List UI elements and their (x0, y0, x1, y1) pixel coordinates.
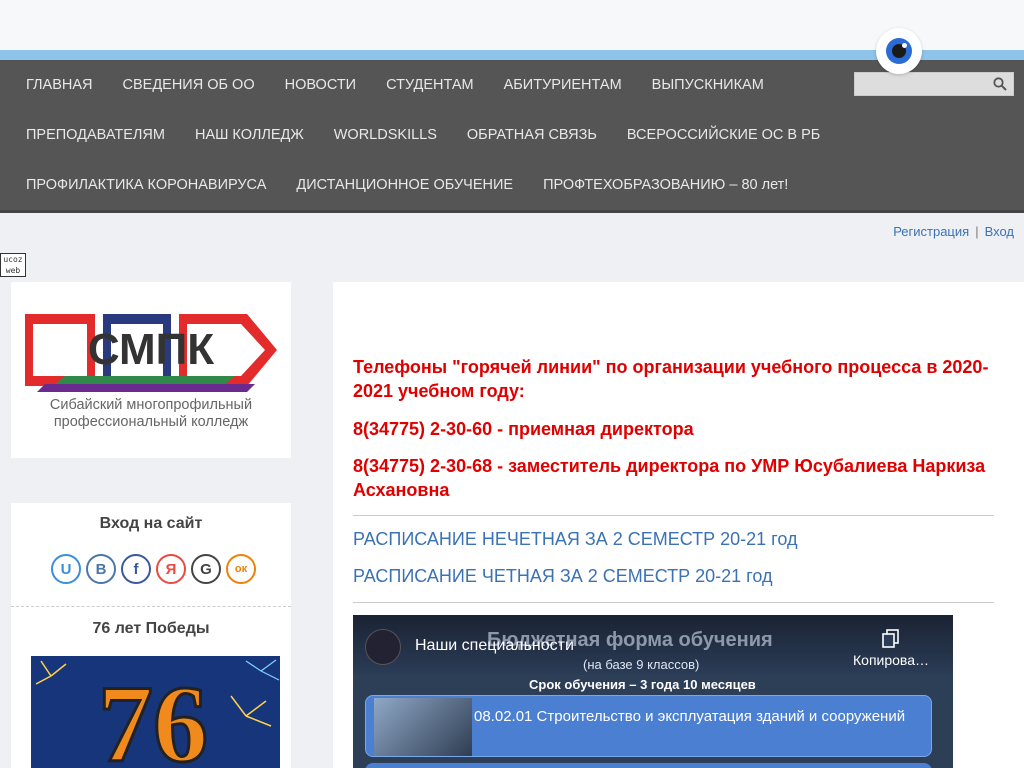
victory-number: 76 (98, 663, 208, 768)
nav-item-org-info[interactable]: СВЕДЕНИЯ ОБ ОО (108, 77, 270, 93)
nav-item-news[interactable]: НОВОСТИ (270, 77, 372, 93)
main-content: Телефоны "горячей линии" по организации … (333, 282, 1024, 768)
specialty-card: 08.02.01 Строительство и эксплуатация зд… (365, 695, 932, 757)
vk-login-icon[interactable]: B (86, 554, 116, 584)
nav-item-graduates[interactable]: ВЫПУСКНИКАМ (637, 77, 779, 93)
victory-banner-art: 76 (31, 656, 280, 768)
hotline-title: Телефоны "горячей линии" по организации … (353, 357, 989, 401)
accessibility-eye-icon[interactable] (876, 28, 922, 74)
nav-row-2: ПРЕПОДАВАТЕЛЯМ НАШ КОЛЛЕДЖ WORLDSKILLS О… (0, 110, 835, 160)
top-accent-line (0, 50, 1024, 60)
nav-item-distance[interactable]: ДИСТАНЦИОННОЕ ОБУЧЕНИЕ (281, 177, 528, 193)
nav-row-1: ГЛАВНАЯ СВЕДЕНИЯ ОБ ОО НОВОСТИ СТУДЕНТАМ… (0, 60, 779, 110)
nav-bottom-border (0, 210, 1024, 213)
specialty-card-next (365, 763, 932, 768)
register-link[interactable]: Регистрация (893, 224, 969, 239)
schedule-even-link[interactable]: РАСПИСАНИЕ ЧЕТНАЯ ЗА 2 СЕМЕСТР 20-21 год (353, 566, 772, 587)
odnoklassniki-login-icon[interactable]: ок (226, 554, 256, 584)
nav-item-all-russian[interactable]: ВСЕРОССИЙСКИЕ ОС В РБ (612, 127, 835, 143)
auth-separator: | (975, 224, 979, 239)
ucoz-badge-line2: web (1, 265, 25, 276)
ucoz-badge-line1: ucoz (1, 254, 25, 265)
nav-item-students[interactable]: СТУДЕНТАМ (371, 77, 489, 93)
channel-avatar[interactable] (365, 629, 401, 665)
college-logo-mark: СМПК (25, 314, 277, 392)
copy-icon (882, 629, 899, 648)
nav-item-home[interactable]: ГЛАВНАЯ (0, 77, 108, 93)
nav-item-anniversary[interactable]: ПРОФТЕХОБРАЗОВАНИЮ – 80 лет! (528, 177, 803, 193)
college-logo[interactable]: СМПК Сибайский многопрофильный профессио… (25, 314, 277, 430)
victory-banner-image[interactable]: 76 (31, 656, 280, 768)
logo-letters: СМПК (88, 325, 214, 374)
video-title[interactable]: Наши специальности (415, 637, 574, 655)
social-login-list: U B f Я G ок (51, 554, 256, 584)
embedded-video-player[interactable]: Бюджетная форма обучения (на базе 9 клас… (353, 615, 953, 768)
ucoz-login-icon[interactable]: U (51, 554, 81, 584)
copy-link-label: Копирова… (853, 652, 929, 668)
hotline-phone-1: 8(34775) 2-30-60 - приемная директора (353, 419, 694, 439)
nav-item-feedback[interactable]: ОБРАТНАЯ СВЯЗЬ (452, 127, 612, 143)
content-divider-2 (353, 602, 994, 603)
sidebar-divider (11, 606, 291, 607)
specialty-card-text: 08.02.01 Строительство и эксплуатация зд… (474, 708, 906, 725)
content-divider-1 (353, 515, 994, 516)
site-search (854, 72, 1014, 96)
auth-links: Регистрация | Вход (893, 224, 1014, 239)
facebook-login-icon[interactable]: f (121, 554, 151, 584)
schedule-odd-link[interactable]: РАСПИСАНИЕ НЕЧЕТНАЯ ЗА 2 СЕМЕСТР 20-21 г… (353, 529, 797, 550)
nav-item-covid[interactable]: ПРОФИЛАКТИКА КОРОНАВИРУСА (0, 177, 281, 193)
nav-item-applicants[interactable]: АБИТУРИЕНТАМ (489, 77, 637, 93)
nav-item-teachers[interactable]: ПРЕПОДАВАТЕЛЯМ (0, 127, 180, 143)
yandex-login-icon[interactable]: Я (156, 554, 186, 584)
login-link[interactable]: Вход (985, 224, 1014, 239)
logo-caption-1: Сибайский многопрофильный (49, 397, 253, 413)
nav-item-worldskills[interactable]: WORLDSKILLS (319, 127, 452, 143)
logo-block: СМПК Сибайский многопрофильный профессио… (11, 282, 291, 458)
nav-row-3: ПРОФИЛАКТИКА КОРОНАВИРУСА ДИСТАНЦИОННОЕ … (0, 160, 803, 210)
google-login-icon[interactable]: G (191, 554, 221, 584)
nav-item-our-college[interactable]: НАШ КОЛЛЕДЖ (180, 127, 319, 143)
specialty-thumbnail (374, 698, 472, 756)
logo-caption-2: профессиональный колледж (53, 414, 249, 430)
video-bg-subheading: (на базе 9 классов) (583, 657, 700, 672)
copy-link-button[interactable]: Копирова… (853, 629, 929, 668)
search-input[interactable] (855, 73, 987, 95)
search-icon[interactable] (993, 77, 1007, 91)
browser-top-area (0, 0, 1024, 50)
login-block: Вход на сайт U B f Я G ок 76 лет Победы … (11, 503, 291, 768)
ucoz-badge[interactable]: ucoz web (0, 253, 26, 277)
hotline-phone-2: 8(34775) 2-30-68 - заместитель директора… (353, 456, 986, 500)
login-block-title: Вход на сайт (99, 515, 203, 532)
video-bg-term: Срок обучения – 3 года 10 месяцев (529, 677, 756, 692)
victory-block-title: 76 лет Победы (92, 620, 210, 637)
